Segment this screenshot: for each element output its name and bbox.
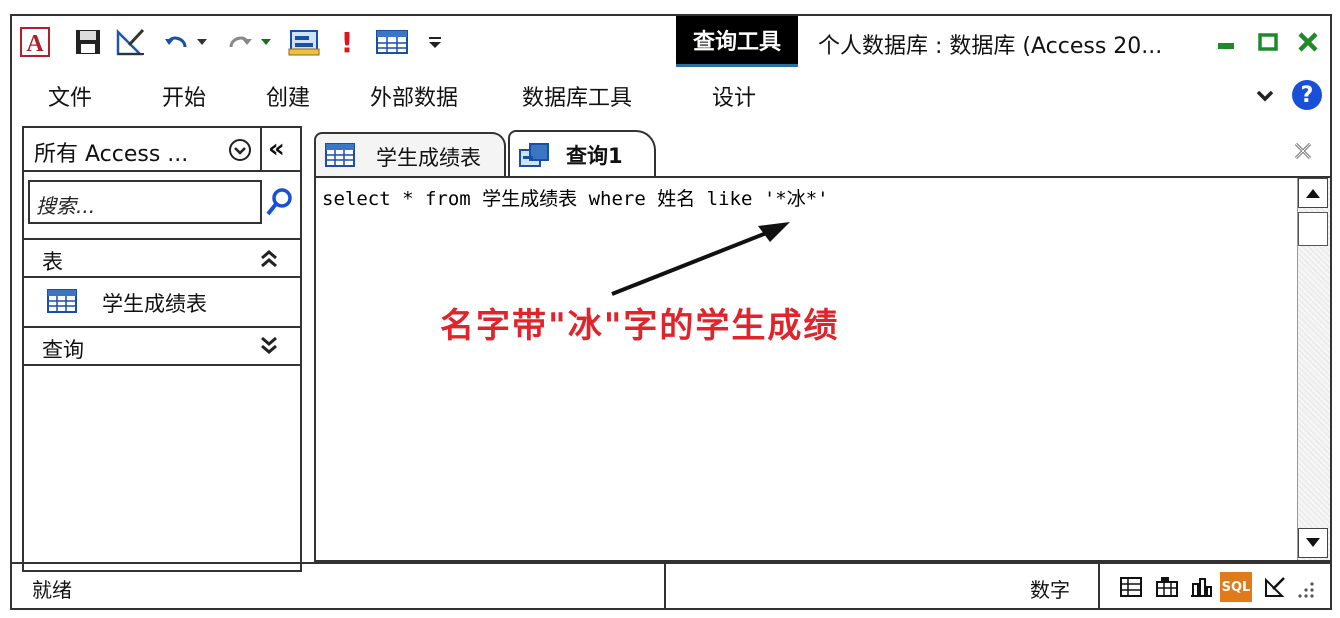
resize-grip-icon[interactable] <box>1296 580 1316 600</box>
undo-icon[interactable] <box>162 26 210 58</box>
tab-label: 学生成绩表 <box>376 146 481 170</box>
pivot-table-icon[interactable] <box>1154 574 1180 600</box>
close-button[interactable] <box>1294 28 1322 56</box>
collapse-up-icon[interactable] <box>258 248 280 270</box>
datasheet-icon[interactable] <box>374 26 410 58</box>
sql-text[interactable]: select * from 学生成绩表 where 姓名 like '*冰*' <box>322 184 829 211</box>
scroll-up-button[interactable] <box>1298 178 1328 208</box>
tab-query1[interactable]: 查询1 <box>508 130 656 178</box>
query-tools-context-tab[interactable]: 查询工具 <box>676 16 798 67</box>
datasheet-view-icon[interactable] <box>1118 574 1144 600</box>
customize-icon[interactable] <box>424 26 446 58</box>
nav-collapse-icon[interactable]: « <box>268 134 285 164</box>
vertical-scrollbar[interactable] <box>1297 178 1330 560</box>
svg-text:A: A <box>26 31 44 57</box>
access-window: A ! 查询工具 个人数据库 : 数据库 (Access 20... 文件 开始… <box>10 14 1332 610</box>
navigation-pane: 所有 Access ... « 搜索... 表 学生成绩表 查询 <box>22 126 302 572</box>
design-icon[interactable] <box>114 26 148 58</box>
nav-group-tables[interactable]: 表 <box>24 238 300 278</box>
design-view-icon[interactable] <box>1262 574 1288 600</box>
pivot-chart-icon[interactable] <box>1188 574 1214 600</box>
nav-search-placeholder: 搜索... <box>36 194 96 218</box>
annotation-arrow-icon <box>611 222 790 296</box>
tab-student-scores[interactable]: 学生成绩表 <box>314 132 506 176</box>
access-logo-icon[interactable]: A <box>18 26 52 58</box>
table-icon <box>324 142 356 168</box>
nav-group-queries[interactable]: 查询 <box>24 328 300 366</box>
scroll-thumb[interactable] <box>1298 212 1328 246</box>
query-icon <box>518 142 550 170</box>
window-title: 个人数据库 : 数据库 (Access 20... <box>818 34 1163 59</box>
annotation-text: 名字带"冰"字的学生成绩 <box>440 306 840 346</box>
nav-item-label: 学生成绩表 <box>102 292 207 316</box>
menu-external-data[interactable]: 外部数据 <box>370 80 458 112</box>
nav-group-tables-label: 表 <box>42 250 63 274</box>
tab-label: 查询1 <box>566 144 623 168</box>
menu-home[interactable]: 开始 <box>162 80 206 112</box>
nav-header[interactable]: 所有 Access ... « <box>24 128 300 172</box>
menu-database-tools[interactable]: 数据库工具 <box>522 80 632 112</box>
table-icon <box>46 288 78 314</box>
scroll-down-button[interactable] <box>1298 528 1328 558</box>
redo-icon[interactable] <box>224 26 274 58</box>
expand-down-icon[interactable] <box>258 334 280 356</box>
menu-file[interactable]: 文件 <box>48 80 92 112</box>
query-view-icon[interactable] <box>286 26 322 58</box>
save-icon[interactable] <box>72 26 104 58</box>
nav-header-label: 所有 Access ... <box>34 142 189 167</box>
nav-search-area: 搜索... <box>24 172 300 236</box>
restore-button[interactable] <box>1254 28 1282 56</box>
document-tabstrip: 学生成绩表 查询1 <box>312 126 1330 178</box>
nav-search-input[interactable]: 搜索... <box>28 180 262 224</box>
search-icon[interactable] <box>264 186 296 218</box>
nav-group-queries-label: 查询 <box>42 338 84 362</box>
sql-view-icon[interactable]: SQL <box>1220 572 1252 602</box>
help-icon[interactable]: ? <box>1292 80 1322 110</box>
minimize-button[interactable] <box>1212 28 1240 56</box>
ribbon-collapse-icon[interactable] <box>1254 84 1276 106</box>
close-tab-icon[interactable] <box>1292 140 1314 162</box>
status-ready: 就绪 <box>32 578 72 602</box>
status-numlock: 数字 <box>1030 578 1070 602</box>
run-icon[interactable]: ! <box>334 26 360 59</box>
nav-item-student-scores[interactable]: 学生成绩表 <box>24 278 300 328</box>
menu-design[interactable]: 设计 <box>712 80 756 112</box>
menu-create[interactable]: 创建 <box>266 80 310 112</box>
nav-menu-dropdown-icon[interactable] <box>228 138 252 162</box>
sql-editor[interactable]: select * from 学生成绩表 where 姓名 like '*冰*' … <box>314 176 1332 562</box>
status-bar: 就绪 数字 SQL <box>12 562 1330 610</box>
